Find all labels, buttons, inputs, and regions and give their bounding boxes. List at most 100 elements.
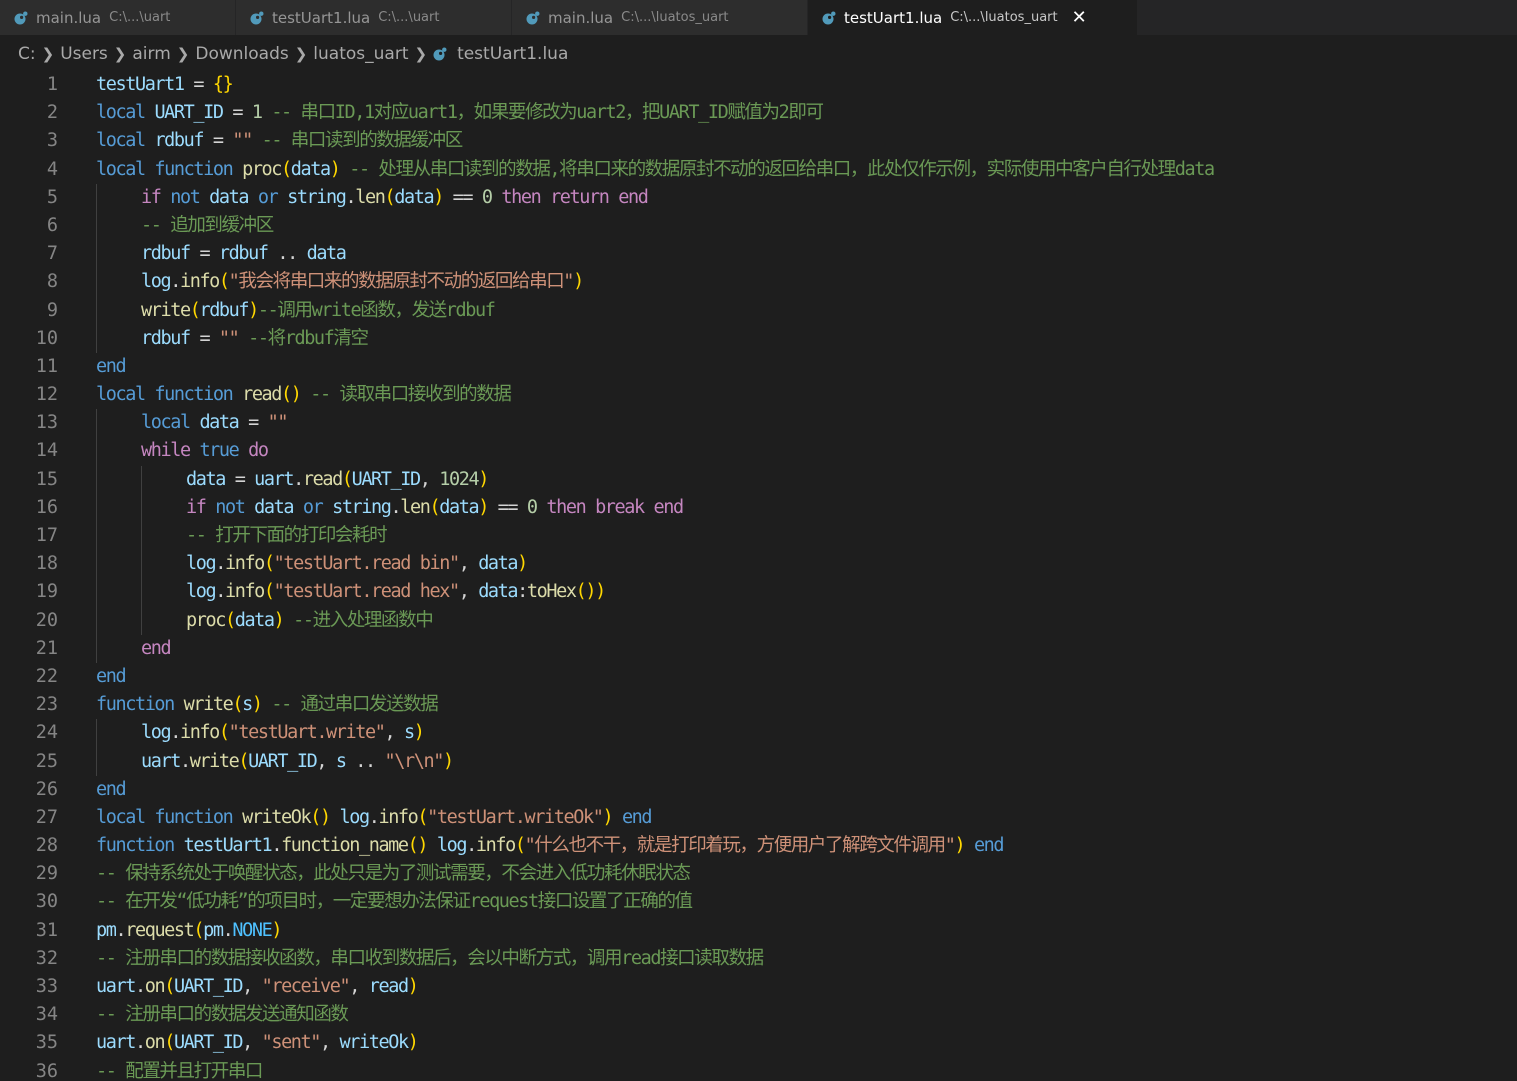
code-token: writeOk — [339, 1032, 410, 1054]
code-token: ( — [281, 158, 292, 180]
code-token: end — [96, 355, 127, 377]
code-token: ) — [595, 581, 606, 603]
code-token: data — [234, 609, 275, 631]
code-line[interactable]: 28 function testUart1.function_name() log… — [0, 832, 1517, 860]
code-token: s — [403, 722, 415, 744]
code-line[interactable]: 10 rdbuf = "" --将rdbuf清空 — [0, 324, 1517, 353]
code-line[interactable]: 1 testUart1 = {} — [0, 71, 1517, 99]
code-token: -- 通过串口发送数据 — [261, 694, 438, 716]
code-line[interactable]: 14 while true do — [0, 437, 1517, 466]
tab-testuart1-lua-uart[interactable]: testUart1.lua C:\...\uart — [236, 0, 512, 35]
code-token: log — [141, 271, 172, 293]
code-text: -- 在开发“低功耗”的项目时，一定要想办法保证request接口设置了正确的值 — [96, 888, 693, 916]
code-token: write — [189, 750, 240, 772]
line-number: 36 — [35, 1060, 58, 1081]
code-line[interactable]: 6 -- 追加到缓冲区 — [0, 211, 1517, 241]
indent-guide — [96, 268, 97, 297]
code-line[interactable]: 4 local function proc(data) -- 处理从串口读到的数据… — [0, 156, 1517, 184]
code-line[interactable]: 13 local data = "" — [0, 409, 1517, 438]
code-line[interactable]: 23 function write(s) -- 通过串口发送数据 — [0, 691, 1517, 719]
code-token: data — [439, 496, 479, 518]
code-token: "testUart.write" — [228, 722, 386, 744]
code-token: "testUart.read hex" — [273, 581, 460, 603]
code-token: . — [134, 1032, 146, 1054]
code-token: rdbuf — [141, 327, 191, 349]
code-line[interactable]: 17 -- 打开下面的打印会耗时 — [0, 522, 1517, 551]
code-line[interactable]: 19 log.info("testUart.read hex", data:toH… — [0, 578, 1517, 607]
code-editor[interactable]: 1 testUart1 = {} 2 local UART_ID = 1 -- 串口I… — [0, 71, 1517, 1081]
code-line[interactable]: 7 rdbuf = rdbuf .. data — [0, 240, 1517, 269]
breadcrumb-downloads[interactable]: Downloads — [195, 44, 288, 64]
tab-testuart1-lua-luatos-uart[interactable]: testUart1.lua C:\...\luatos_uart ✕ — [808, 0, 1138, 35]
code-token: read — [242, 384, 282, 406]
code-line[interactable]: 20 proc(data) --进入处理函数中 — [0, 606, 1517, 635]
code-token: log — [436, 835, 468, 857]
breadcrumb-airm[interactable]: airm — [132, 44, 170, 64]
code-token: , — [242, 1032, 262, 1054]
code-token: ( — [164, 976, 175, 997]
code-line[interactable]: 24 log.info("testUart.write", s) — [0, 719, 1517, 748]
indent-guide — [96, 296, 97, 325]
code-line[interactable]: 25 uart.write(UART_ID, s .. "\r\n") — [0, 747, 1517, 776]
code-line[interactable]: 27 local function writeOk() log.info("tes… — [0, 804, 1517, 832]
tab-main-lua-uart[interactable]: main.lua C:\...\uart — [0, 0, 236, 35]
indent-guide — [141, 493, 142, 522]
code-token: writeOk — [242, 806, 312, 828]
breadcrumb-file[interactable]: testUart1.lua — [457, 44, 568, 64]
code-token: info — [224, 581, 265, 603]
code-line[interactable]: 5 if not data or string.len(data) == 0 th… — [0, 183, 1517, 212]
code-line[interactable]: 16 if not data or string.len(data) == 0 t… — [0, 493, 1517, 522]
code-token: , — [384, 722, 404, 744]
code-line[interactable]: 3 local rdbuf = "" -- 串口读到的数据缓冲区 — [0, 127, 1517, 155]
code-text: local function writeOk() log.info("testU… — [96, 804, 653, 832]
line-number: 32 — [35, 947, 58, 969]
code-token: 0 — [481, 186, 493, 208]
breadcrumb-drive[interactable]: C: — [18, 44, 36, 64]
indent-guide — [96, 437, 97, 466]
code-line[interactable]: 2 local UART_ID = 1 -- 串口ID,1对应uart1，如果要修… — [0, 99, 1517, 127]
code-line[interactable]: 36 -- 配置并且打开串口 — [0, 1058, 1517, 1081]
code-token: s — [242, 694, 253, 716]
code-token: UART_ID — [351, 468, 422, 490]
code-token: ) — [478, 468, 489, 490]
indent-guide — [96, 634, 97, 663]
code-line[interactable]: 33 uart.on(UART_ID, "receive", read) — [0, 973, 1517, 1001]
code-line[interactable]: 21 end — [0, 634, 1517, 663]
code-line[interactable]: 31 pm.request(pm.NONE) — [0, 917, 1517, 945]
code-token: ) — [442, 750, 454, 772]
breadcrumb-users[interactable]: Users — [60, 44, 108, 64]
code-token: if — [141, 186, 171, 208]
code-text: rdbuf = "" --将rdbuf清空 — [141, 325, 369, 353]
code-token: info — [378, 806, 418, 828]
code-token: data — [478, 581, 518, 603]
code-token: = — [189, 243, 219, 265]
code-token: = — [224, 468, 255, 490]
code-token: rdbuf — [218, 243, 269, 265]
indent-guide — [96, 606, 97, 635]
code-line[interactable]: 11 end — [0, 353, 1517, 381]
code-token: string — [287, 186, 347, 208]
code-line[interactable]: 29 -- 保持系统处于唤醒状态，此处只是为了测试需要，不会进入低功耗休眠状态 — [0, 860, 1517, 888]
code-line[interactable]: 18 log.info("testUart.read bin", data) — [0, 550, 1517, 579]
code-line[interactable]: 26 end — [0, 776, 1517, 804]
code-line[interactable]: 12 local function read() -- 读取串口接收到的数据 — [0, 381, 1517, 409]
code-line[interactable]: 35 uart.on(UART_ID, "sent", writeOk) — [0, 1029, 1517, 1057]
code-token: ( — [164, 1032, 175, 1054]
code-text: local rdbuf = "" -- 串口读到的数据缓冲区 — [96, 127, 463, 155]
code-token: local — [141, 412, 200, 434]
code-line[interactable]: 34 -- 注册串口的数据发送通知函数 — [0, 1001, 1517, 1029]
code-line[interactable]: 22 end — [0, 663, 1517, 691]
code-token: "testUart.read bin" — [273, 553, 460, 575]
code-line[interactable]: 9 write(rdbuf)--调用write函数，发送rdbuf — [0, 296, 1517, 325]
code-line[interactable]: 30 -- 在开发“低功耗”的项目时，一定要想办法保证request接口设置了正确… — [0, 888, 1517, 916]
code-line[interactable]: 32 -- 注册串口的数据接收函数，串口收到数据后，会以中断方式，调用read接口… — [0, 945, 1517, 973]
code-line[interactable]: 15 data = uart.read(UART_ID, 1024) — [0, 465, 1517, 494]
breadcrumb-luatos-uart[interactable]: luatos_uart — [313, 44, 408, 64]
code-token: do — [248, 440, 269, 462]
code-line[interactable]: 8 log.info("我会将串口来的数据原封不动的返回给串口") — [0, 268, 1517, 297]
code-token: . — [170, 271, 181, 293]
close-tab-icon[interactable]: ✕ — [1072, 7, 1087, 28]
tab-main-lua-luatos-uart[interactable]: main.lua C:\...\luatos_uart — [512, 0, 808, 35]
indent-guide — [141, 522, 142, 551]
code-token: ( — [218, 722, 230, 744]
